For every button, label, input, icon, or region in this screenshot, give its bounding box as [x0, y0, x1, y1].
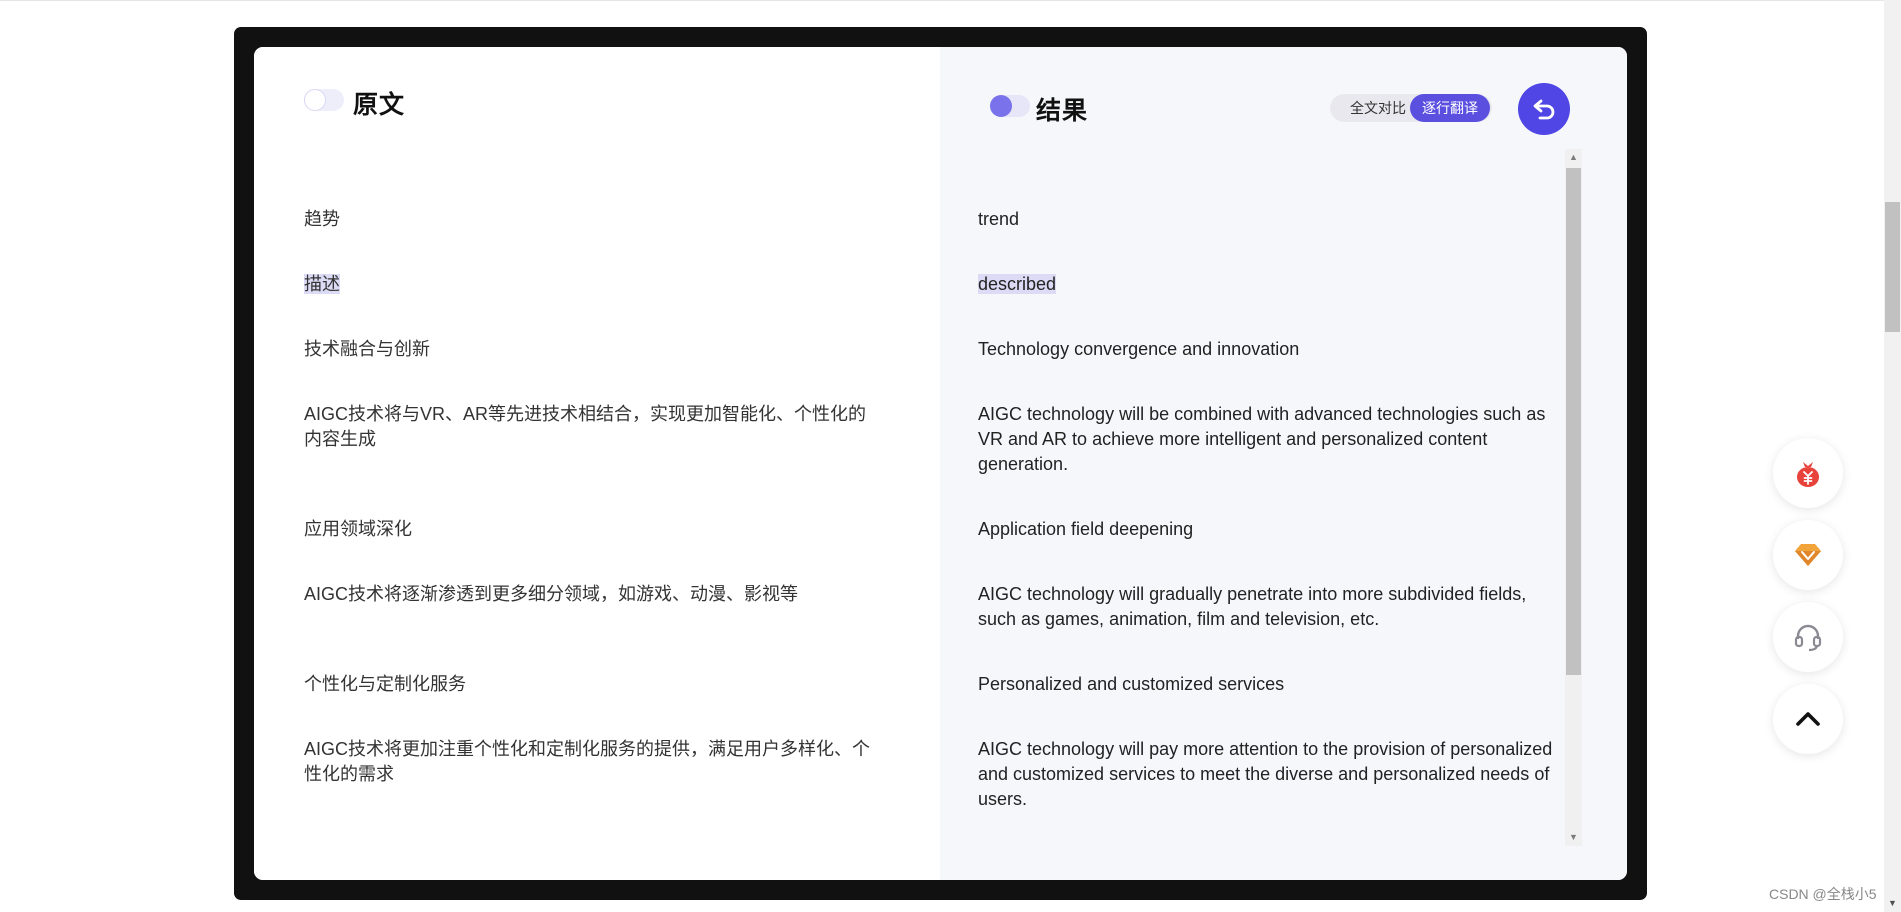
translation-line-highlight: described: [978, 274, 1057, 294]
result-title: 结果: [1036, 97, 1089, 125]
translation-modal: 原文 趋势 描述 技术融合与创新 AIGC技术将与VR、AR等先进技术相结合，实…: [234, 27, 1647, 900]
page-scrollbar-thumb[interactable]: [1885, 202, 1900, 332]
mode-switch: 全文对比 逐行翻译: [1330, 94, 1492, 122]
scroll-up-arrow-icon[interactable]: ▲: [1565, 149, 1582, 166]
source-toggle[interactable]: [304, 89, 344, 111]
source-line: 应用领域深化: [304, 519, 412, 539]
translation-line: AIGC technology will be combined with ad…: [978, 404, 1546, 474]
mode-line-by-line[interactable]: 逐行翻译: [1410, 94, 1490, 122]
translation-line: Technology convergence and innovation: [978, 339, 1300, 359]
scrollbar-thumb[interactable]: [1566, 168, 1581, 675]
money-bag-icon: [1797, 462, 1819, 487]
source-line: AIGC技术将与VR、AR等先进技术相结合，实现更加智能化、个性化的内容生成: [304, 404, 867, 449]
vip-button[interactable]: [1773, 520, 1843, 590]
translation-line: Application field deepening: [978, 519, 1194, 539]
translation-line: described: [978, 272, 1560, 297]
reward-button[interactable]: [1773, 438, 1843, 508]
translation-line: Personalized and customized services: [978, 674, 1285, 694]
page-scrollbar[interactable]: ▼: [1884, 0, 1901, 912]
chevron-up-icon: [1796, 712, 1820, 726]
back-button[interactable]: [1518, 83, 1570, 135]
source-line: AIGC技术将更加注重个性化和定制化服务的提供，满足用户多样化、个性化的需求: [304, 739, 871, 784]
source-line: 趋势: [304, 209, 340, 229]
back-to-top-button[interactable]: [1773, 684, 1843, 754]
mode-full-compare[interactable]: 全文对比: [1338, 94, 1418, 122]
translation-line: AIGC technology will pay more attention …: [978, 739, 1553, 809]
top-border: [0, 0, 1901, 1]
modal-content: 原文 趋势 描述 技术融合与创新 AIGC技术将与VR、AR等先进技术相结合，实…: [254, 47, 1627, 880]
source-line: AIGC技术将逐渐渗透到更多细分领域，如游戏、动漫、影视等: [304, 584, 799, 604]
scroll-down-arrow-icon[interactable]: ▼: [1565, 829, 1582, 846]
headset-icon: [1794, 624, 1822, 652]
result-pane: 结果 全文对比 逐行翻译 trend described Technology …: [940, 47, 1627, 880]
translation-line: trend: [978, 209, 1020, 229]
source-line: 技术融合与创新: [304, 339, 430, 359]
toggle-knob: [304, 89, 326, 111]
result-scrollbar[interactable]: ▲ ▼: [1565, 149, 1582, 846]
source-title: 原文: [353, 91, 406, 119]
support-button[interactable]: [1773, 602, 1843, 672]
undo-arrow-icon: [1533, 99, 1555, 120]
page-scroll-down-icon[interactable]: ▼: [1884, 895, 1901, 912]
watermark: CSDN @全栈小5: [1769, 886, 1877, 902]
source-line: 个性化与定制化服务: [304, 674, 466, 694]
diamond-icon: [1795, 544, 1821, 566]
result-toggle[interactable]: [990, 95, 1030, 117]
toggle-knob: [990, 95, 1012, 117]
source-pane: 原文 趋势 描述 技术融合与创新 AIGC技术将与VR、AR等先进技术相结合，实…: [254, 47, 940, 880]
source-line: 描述: [304, 272, 874, 297]
source-line-highlight: 描述: [304, 274, 340, 294]
translation-line: AIGC technology will gradually penetrate…: [978, 584, 1527, 629]
